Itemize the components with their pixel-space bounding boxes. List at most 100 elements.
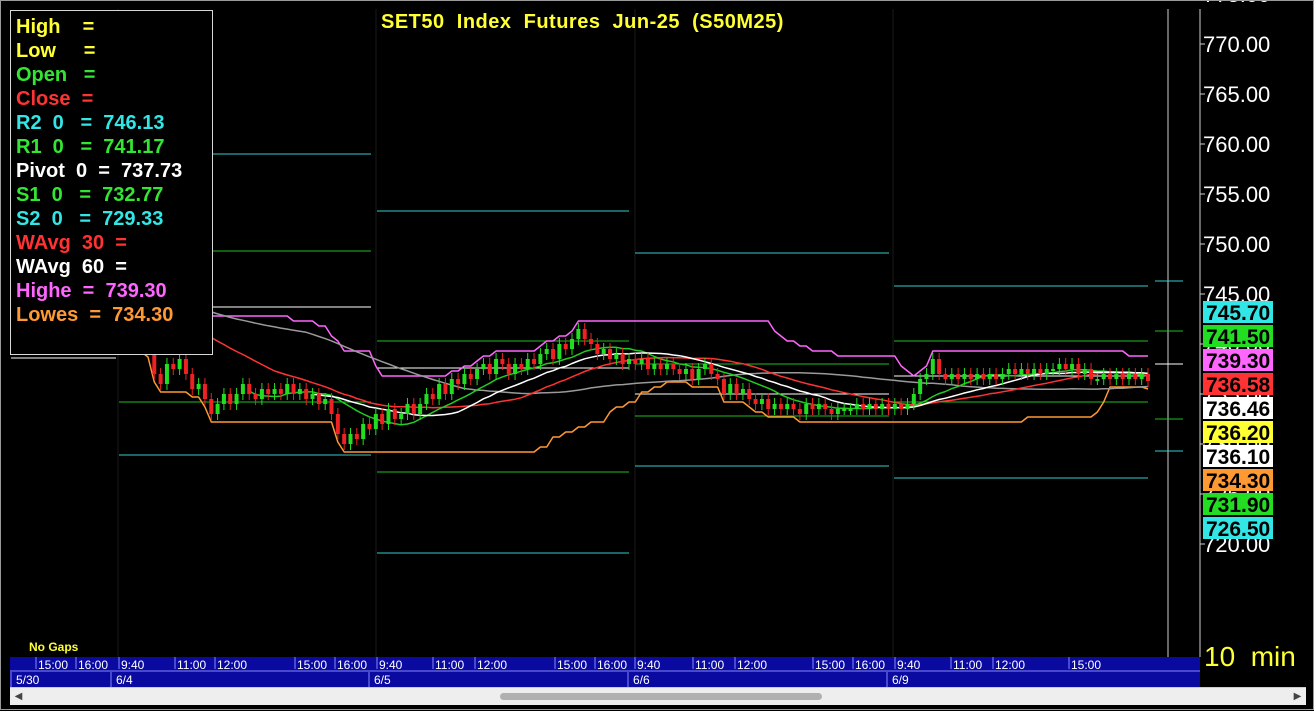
candle-body [1051, 369, 1056, 371]
timeframe-label[interactable]: 10 min [1204, 641, 1296, 673]
candle-body [626, 359, 631, 364]
candle-body [842, 409, 847, 411]
x-time-label: 9:40 [379, 658, 403, 672]
time-axis[interactable]: 15:00 16:00 9:40 11:00 12:00 15:00 16:00 9:40 11… [10, 657, 1200, 687]
candle-body [664, 364, 669, 369]
candle-body [570, 339, 575, 349]
candle-body [399, 414, 404, 419]
candle-body [1006, 369, 1011, 374]
candle-body [525, 359, 530, 369]
price-tag-label: 736.46 [1206, 398, 1270, 421]
candle-body [475, 369, 480, 379]
candle-body [880, 404, 885, 409]
scroll-right-icon[interactable]: ▶ [1289, 688, 1306, 705]
candle-body [601, 349, 606, 354]
candle-body [1101, 374, 1106, 379]
candle-body [259, 389, 264, 399]
price-tag-label: 731.90 [1206, 494, 1270, 517]
scroll-thumb[interactable] [500, 693, 822, 700]
candle-body [728, 384, 733, 394]
candle-body [949, 374, 954, 379]
candle-body [709, 364, 714, 374]
info-row: WAvg 60 = [16, 256, 127, 278]
y-tick-label: 765.00 [1203, 82, 1270, 107]
x-time-label: 15:00 [38, 658, 68, 672]
candle-body [405, 404, 410, 414]
candle-body [323, 399, 328, 404]
candle-body [411, 404, 416, 414]
x-time-label: 15:00 [297, 658, 327, 672]
candle-body [272, 389, 277, 394]
y-tick-label: 750.00 [1203, 232, 1270, 257]
candle-body [778, 404, 783, 409]
candle-body [316, 394, 321, 404]
candle-body [652, 364, 657, 369]
candle-body [1000, 374, 1005, 379]
candle-body [1013, 369, 1018, 374]
candle-body [658, 364, 663, 369]
candle-body [848, 409, 853, 411]
info-row: WAvg 30 = [16, 232, 127, 254]
candle-body [671, 364, 676, 369]
candle-body [538, 354, 543, 364]
x-time-label: 11:00 [177, 658, 206, 672]
candle-body [702, 364, 707, 369]
candle-body [551, 349, 556, 359]
candle-body [456, 379, 461, 384]
candle-body [633, 359, 638, 364]
candle-body [443, 384, 448, 394]
candle-body [576, 329, 581, 339]
candle-body [753, 399, 758, 404]
info-row: S2 0 = 729.33 [16, 208, 164, 230]
candle-body [430, 394, 435, 399]
candle-body [677, 369, 682, 374]
candle-body [772, 404, 777, 409]
price-labels: 745.70741.50739.30736.58736.46736.20736.… [1203, 301, 1273, 541]
horizontal-scrollbar[interactable]: ◀ ▶ [10, 687, 1306, 705]
candle-body [962, 374, 967, 379]
candle-body [994, 374, 999, 379]
candle-body [437, 384, 442, 399]
candle-body [639, 359, 644, 364]
candle-body [645, 359, 650, 369]
candle-body [1089, 369, 1094, 379]
no-gaps-label: No Gaps [29, 640, 79, 654]
candle-body [582, 329, 587, 339]
x-time-label: 16:00 [597, 658, 627, 672]
candle-body [171, 364, 176, 369]
candle-body [873, 404, 878, 409]
candle-body [278, 389, 283, 394]
candle-body [1108, 374, 1113, 379]
candle-body [956, 374, 961, 379]
highest-line [90, 315, 1148, 377]
x-time-label: 12:00 [477, 658, 507, 672]
candle-body [1063, 364, 1068, 369]
candle-body [829, 409, 834, 414]
price-tag-label: 736.10 [1206, 446, 1270, 469]
x-time-label: 15:00 [557, 658, 587, 672]
y-tick-label: 775.00 [1203, 1, 1270, 7]
candle-body [285, 384, 290, 394]
candle-body [329, 399, 334, 414]
candle-body [487, 364, 492, 374]
candle-body [234, 394, 239, 404]
candle-body [392, 409, 397, 419]
candle-body [930, 359, 935, 374]
scroll-left-icon[interactable]: ◀ [10, 688, 27, 705]
price-tag-label: 726.50 [1206, 518, 1270, 541]
candle-body [468, 374, 473, 379]
candle-body [867, 404, 872, 409]
candle-body [544, 349, 549, 354]
info-row: High = [16, 16, 95, 38]
candle-body [367, 424, 372, 429]
x-date-label: 5/30 [16, 673, 40, 687]
candle-body [1082, 369, 1087, 374]
candle-body [462, 374, 467, 384]
candle-body [266, 389, 271, 394]
candle-body [595, 344, 600, 354]
candle-body [740, 389, 745, 394]
x-date-label: 6/6 [633, 673, 650, 687]
candle-body [715, 374, 720, 379]
candle-body [240, 384, 245, 394]
candle-body [500, 359, 505, 364]
